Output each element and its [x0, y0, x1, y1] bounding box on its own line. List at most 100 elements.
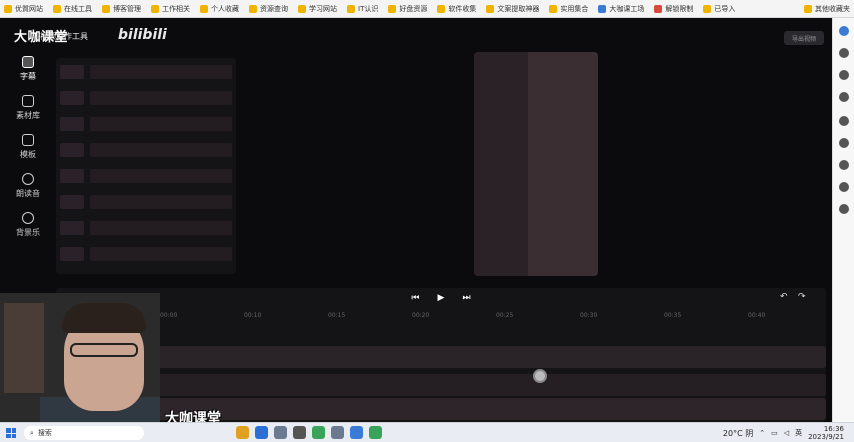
- bookmark-label: 已导入: [714, 4, 736, 13]
- list-text-placeholder: [90, 169, 232, 183]
- bookmark-item[interactable]: 已导入: [703, 4, 735, 14]
- extension-icon[interactable]: [839, 204, 849, 214]
- folder-icon: [102, 4, 110, 13]
- extension-icon[interactable]: [839, 138, 849, 148]
- bookmark-item[interactable]: 解锁限制: [654, 4, 693, 14]
- folder-icon: [347, 4, 355, 13]
- tray-arrow-icon[interactable]: ⌃: [759, 429, 765, 437]
- sidebar-item-label: 素材库: [16, 111, 40, 120]
- timeline-track-subtitle[interactable]: [156, 374, 826, 396]
- bookmark-item[interactable]: 学习网站: [298, 4, 337, 14]
- taskbar-app-icon[interactable]: [274, 426, 287, 439]
- taskbar-search[interactable]: ⌕ 搜索: [24, 426, 144, 440]
- next-icon[interactable]: ⏭: [462, 293, 470, 303]
- bilibili-logo: bilibili: [118, 27, 167, 43]
- bookmark-label: 大咖课工场: [609, 4, 645, 13]
- folder-icon: [703, 4, 712, 13]
- bookmark-item[interactable]: 博客管理: [102, 4, 141, 14]
- bookmark-item[interactable]: 文案提取神器: [486, 4, 539, 14]
- extension-icon[interactable]: [839, 48, 849, 58]
- list-item[interactable]: [60, 192, 232, 212]
- taskbar: ⌕ 搜索 20°C 阴 ⌃ ▭ ◁ 英 16:36 2023/9/21: [0, 422, 854, 442]
- taskbar-app-icon[interactable]: [350, 426, 363, 439]
- weather-widget[interactable]: 20°C 阴: [723, 428, 753, 439]
- sidebar-item-label: 背景乐: [16, 228, 40, 237]
- ruler-tick: 00:25: [496, 312, 514, 319]
- extension-icon[interactable]: [839, 182, 849, 192]
- list-text-placeholder: [90, 195, 232, 209]
- folder-icon: [53, 4, 61, 13]
- bookmark-label: 好盘资源: [399, 4, 428, 13]
- bookmark-item[interactable]: 工作相关: [151, 4, 190, 14]
- bookmark-item[interactable]: 资源查询: [249, 4, 288, 14]
- list-text-placeholder: [90, 221, 232, 235]
- timeline-ruler: 00:00 00:10 00:15 00:20 00:25 00:30 00:3…: [156, 312, 826, 322]
- sidebar-item-voice[interactable]: 朗读音: [8, 173, 48, 199]
- ruler-tick: 00:40: [748, 312, 766, 319]
- taskbar-app-icon[interactable]: [236, 426, 249, 439]
- timeline-track-audio[interactable]: [156, 398, 826, 420]
- list-item[interactable]: [60, 218, 232, 238]
- bookmark-item[interactable]: 大咖课工场: [598, 4, 644, 14]
- folder-icon: [437, 4, 446, 13]
- taskbar-app-icon[interactable]: [293, 426, 306, 439]
- list-thumb: [60, 169, 84, 183]
- sidebar-item-music[interactable]: 背景乐: [8, 212, 48, 238]
- ruler-tick: 00:00: [160, 312, 178, 319]
- list-item[interactable]: [60, 62, 232, 82]
- list-item[interactable]: [60, 88, 232, 108]
- bookmark-item[interactable]: 好盘资源: [388, 4, 427, 14]
- webcam-shelf: [4, 303, 44, 393]
- other-bookmarks[interactable]: 其他收藏夹: [804, 0, 850, 18]
- bookmark-label: IT认识: [358, 4, 379, 13]
- bookmark-item[interactable]: 优質网站: [4, 4, 43, 14]
- taskbar-app-icon[interactable]: [255, 426, 268, 439]
- extension-icon[interactable]: [839, 70, 849, 80]
- preview-frame: [528, 52, 598, 276]
- list-item[interactable]: [60, 166, 232, 186]
- bookmark-item[interactable]: 软件收集: [437, 4, 476, 14]
- extension-icon[interactable]: [839, 160, 849, 170]
- network-icon[interactable]: ▭: [771, 429, 778, 437]
- previous-icon[interactable]: ⏮: [411, 293, 419, 303]
- taskbar-app-icon[interactable]: [369, 426, 382, 439]
- undo-icon[interactable]: ↶: [780, 292, 788, 302]
- voice-icon: [22, 173, 34, 185]
- clock[interactable]: 16:36 2023/9/21: [808, 425, 844, 441]
- subtitle-list: [56, 58, 236, 274]
- bookmark-item[interactable]: 实用集合: [549, 4, 588, 14]
- sidebar-item-subtitles[interactable]: 字幕: [8, 56, 48, 82]
- redo-icon[interactable]: ↷: [798, 292, 806, 302]
- bookmark-label: 资源查询: [260, 4, 288, 13]
- list-item[interactable]: [60, 244, 232, 264]
- bookmark-item[interactable]: IT认识: [347, 4, 378, 14]
- volume-icon[interactable]: ◁: [784, 429, 789, 437]
- bookmark-item[interactable]: 在线工具: [53, 4, 92, 14]
- folder-icon: [654, 4, 663, 13]
- timeline-track-video[interactable]: [156, 346, 826, 368]
- taskbar-app-icon[interactable]: [312, 426, 325, 439]
- sidebar-item-library[interactable]: 素材库: [8, 95, 48, 121]
- extension-icon[interactable]: [839, 116, 849, 126]
- list-text-placeholder: [90, 247, 232, 261]
- ruler-tick: 00:15: [328, 312, 346, 319]
- taskbar-app-icon[interactable]: [331, 426, 344, 439]
- extension-icon[interactable]: [839, 26, 849, 36]
- list-item[interactable]: [60, 114, 232, 134]
- system-tray: 20°C 阴 ⌃ ▭ ◁ 英 16:36 2023/9/21: [723, 425, 844, 441]
- folder-icon: [200, 4, 208, 13]
- video-preview[interactable]: [474, 52, 598, 276]
- windows-start-icon[interactable]: [6, 428, 16, 438]
- folder-icon: [486, 4, 495, 13]
- sidebar-item-label: 朗读音: [16, 189, 40, 198]
- extension-icon[interactable]: [839, 92, 849, 102]
- play-icon[interactable]: ▶: [438, 293, 445, 303]
- input-language[interactable]: 英: [795, 428, 802, 438]
- folder-icon: [4, 4, 12, 13]
- export-button[interactable]: 导出视频: [784, 31, 824, 45]
- list-item[interactable]: [60, 140, 232, 160]
- bookmark-item[interactable]: 个人收藏: [200, 4, 239, 14]
- sidebar-item-templates[interactable]: 模板: [8, 134, 48, 160]
- bookmark-label: 文案提取神器: [497, 4, 540, 13]
- search-icon: ⌕: [30, 428, 34, 437]
